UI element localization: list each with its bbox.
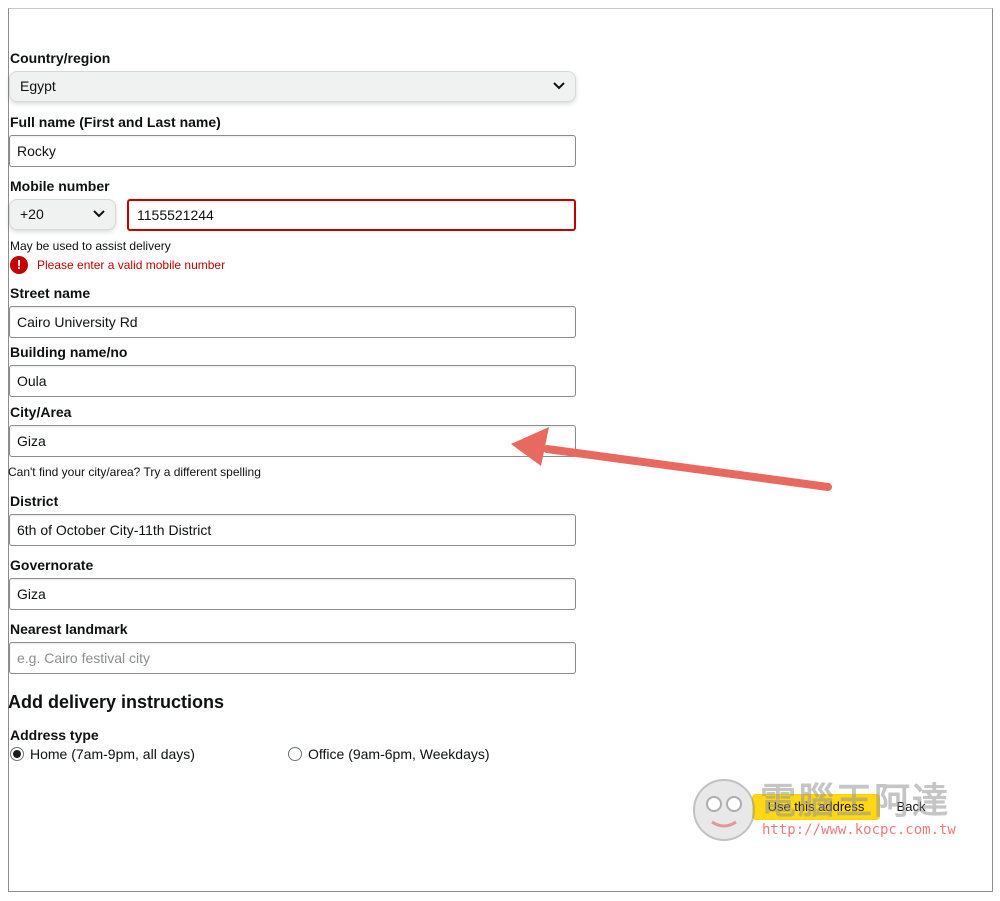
- back-button[interactable]: Back: [887, 794, 935, 820]
- mobile-error-text: Please enter a valid mobile number: [37, 258, 226, 272]
- building-label: Building name/no: [10, 344, 128, 360]
- governorate-label: Governorate: [10, 557, 94, 573]
- landmark-input[interactable]: e.g. Cairo festival city: [9, 642, 576, 674]
- city-label: City/Area: [10, 404, 72, 420]
- radio-icon[interactable]: [288, 747, 302, 761]
- city-hint: Can't find your city/area? Try a differe…: [8, 465, 261, 479]
- mobile-input[interactable]: 1155521244: [127, 199, 576, 231]
- chevron-down-icon: [553, 82, 565, 90]
- district-label: District: [10, 493, 59, 509]
- country-value: Egypt: [20, 78, 56, 94]
- error-icon: !: [10, 256, 28, 274]
- chevron-down-icon: [93, 210, 105, 218]
- street-input[interactable]: Cairo University Rd: [9, 306, 576, 338]
- mobile-error: ! Please enter a valid mobile number: [10, 256, 225, 274]
- city-input[interactable]: Giza: [9, 425, 576, 457]
- landmark-label: Nearest landmark: [10, 621, 128, 637]
- country-code-select[interactable]: +20: [9, 199, 116, 230]
- address-type-office-label: Office (9am-6pm, Weekdays): [308, 746, 490, 762]
- address-type-home-label: Home (7am-9pm, all days): [30, 746, 195, 762]
- address-type-office[interactable]: Office (9am-6pm, Weekdays): [288, 746, 490, 762]
- full-name-label: Full name (First and Last name): [10, 114, 221, 130]
- country-code-value: +20: [20, 206, 44, 222]
- street-label: Street name: [10, 285, 91, 301]
- address-type-label: Address type: [10, 727, 99, 743]
- use-this-address-button[interactable]: Use this address: [752, 794, 880, 820]
- mobile-hint: May be used to assist delivery: [10, 239, 171, 253]
- address-type-home[interactable]: Home (7am-9pm, all days): [10, 746, 195, 762]
- mobile-label: Mobile number: [10, 178, 110, 194]
- country-select[interactable]: Egypt: [9, 71, 576, 102]
- country-label: Country/region: [10, 50, 111, 66]
- building-input[interactable]: Oula: [9, 365, 576, 397]
- full-name-input[interactable]: Rocky: [9, 135, 576, 167]
- district-input[interactable]: 6th of October City-11th District: [9, 514, 576, 546]
- governorate-input[interactable]: Giza: [9, 578, 576, 610]
- arrow-annotation-icon: [511, 427, 832, 491]
- delivery-instructions-heading[interactable]: Add delivery instructions: [8, 692, 224, 713]
- radio-icon[interactable]: [10, 747, 24, 761]
